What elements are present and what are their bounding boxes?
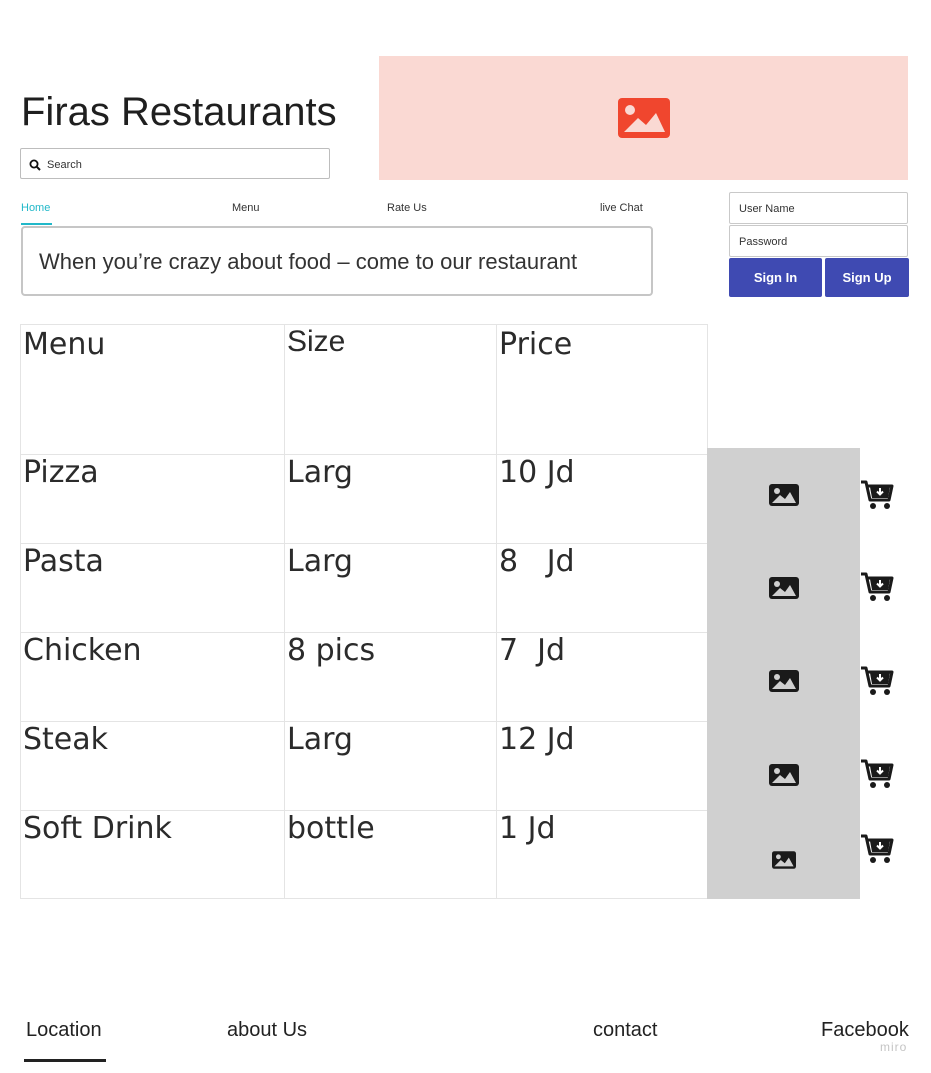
banner-image (379, 56, 908, 180)
footer-link-about[interactable]: about Us (227, 1019, 307, 1042)
search-icon (29, 158, 41, 176)
cart-download-icon[interactable] (860, 572, 894, 603)
table-cell-price: 12 Jd (497, 722, 708, 811)
column-header-size: Size (285, 325, 497, 455)
table-cell-item: Steak (21, 722, 285, 811)
sign-in-button[interactable]: Sign In (729, 258, 822, 297)
table-cell-price: 1 Jd (499, 811, 556, 846)
tab-live-chat[interactable]: live Chat (600, 202, 643, 214)
table-cell-size: bottle (285, 811, 497, 898)
tab-home[interactable]: Home (21, 202, 50, 214)
active-tab-indicator (21, 223, 52, 225)
search-input[interactable] (45, 154, 319, 175)
image-icon (769, 484, 799, 506)
password-input[interactable] (737, 233, 901, 251)
table-cell-price: 10 Jd (497, 455, 708, 544)
username-field[interactable] (729, 192, 908, 224)
search-box[interactable] (20, 148, 330, 179)
cart-download-icon[interactable] (860, 759, 894, 790)
image-icon (769, 764, 799, 786)
username-input[interactable] (737, 200, 901, 218)
footer-active-indicator (24, 1059, 106, 1062)
column-header-price: Price (497, 325, 708, 455)
image-icon (769, 670, 799, 692)
cart-download-icon[interactable] (860, 480, 894, 511)
cart-download-icon[interactable] (860, 834, 894, 865)
table-cell-item: Soft Drink (21, 811, 285, 898)
image-icon (772, 851, 796, 869)
footer-link-location[interactable]: Location (26, 1019, 102, 1042)
table-cell-price: 7 Jd (497, 633, 708, 722)
table-cell-size: Larg (285, 544, 497, 633)
tab-rate-us[interactable]: Rate Us (387, 202, 427, 214)
menu-table: Menu Size Price Pizza Larg 10 Jd Pasta L… (20, 324, 708, 899)
footer-link-facebook[interactable]: Facebook (821, 1019, 909, 1042)
image-placeholder-icon (618, 98, 670, 138)
cart-download-icon[interactable] (860, 666, 894, 697)
sign-up-button[interactable]: Sign Up (825, 258, 909, 297)
table-cell-size: Larg (285, 455, 497, 544)
table-cell-price: 8 Jd (497, 544, 708, 633)
miro-watermark: miro (880, 1040, 908, 1054)
tab-menu[interactable]: Menu (232, 202, 260, 214)
table-cell-item: Pizza (21, 455, 285, 544)
table-cell-item: Chicken (21, 633, 285, 722)
table-cell-size: 8 pics (285, 633, 497, 722)
table-cell-item: Pasta (21, 544, 285, 633)
tagline-text: When you’re crazy about food – come to o… (39, 249, 578, 274)
column-header-menu: Menu (21, 325, 285, 455)
page-title: Firas Restaurants (21, 90, 337, 134)
footer-link-contact[interactable]: contact (593, 1019, 657, 1042)
tagline-box: When you’re crazy about food – come to o… (21, 226, 653, 296)
image-icon (769, 577, 799, 599)
table-cell-size: Larg (285, 722, 497, 811)
password-field[interactable] (729, 225, 908, 257)
